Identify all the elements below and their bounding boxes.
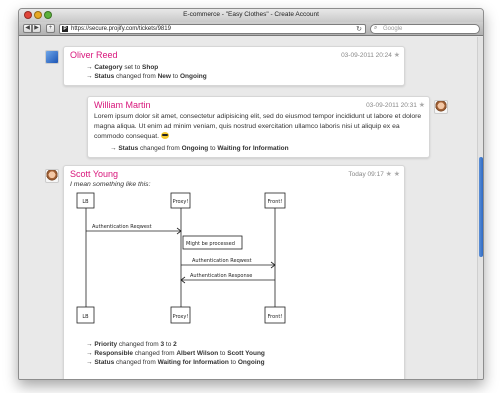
actor-label: Proxy! [173,199,189,205]
comment-author[interactable]: William Martin [94,100,151,110]
change-line: → Status changed from New to Ongoing [86,73,207,80]
comment-card: Oliver Reed 03-09-2011 20:24 ★ → Categor… [63,46,405,86]
browser-window: E-commerce - "Easy Clothes" - Create Acc… [18,8,484,380]
avatar [45,50,59,64]
note-label: Might be processed [186,241,235,247]
message-label: Authentication Reqwest [92,224,152,230]
actor-label: LB [82,199,89,205]
page-content: Oliver Reed 03-09-2011 20:24 ★ → Categor… [19,37,479,379]
vertical-scrollbar[interactable] [477,37,483,379]
forward-button[interactable]: ▶ [32,24,41,33]
search-placeholder: Google [383,26,403,32]
actor-label: LB [82,314,89,320]
star-icon[interactable]: ★ [394,171,400,178]
change-line: → Status changed from Waiting for Inform… [86,359,265,366]
avatar [434,100,448,114]
address-bar[interactable]: P https://secure.projify.com/tickets/981… [59,24,366,34]
actor-label: Proxy! [173,314,189,320]
comment-author[interactable]: Scott Young [70,169,118,179]
star-icon[interactable]: ★ [419,102,425,109]
comment-card: William Martin 03-09-2011 20:31 ★ Lorem … [87,96,430,158]
scrollbar-thumb[interactable] [479,157,483,257]
url-text[interactable]: https://secure.projify.com/tickets/9819 [71,26,171,32]
actor-label: Front! [268,314,283,320]
browser-toolbar: ◀ ▶ + P https://secure.projify.com/ticke… [19,22,483,36]
cool-smiley-icon [160,132,169,139]
comment-text: Lorem ipsum dolor sit amet, consectetur … [94,113,422,140]
comment-timestamp: Today 09:17 [348,171,384,178]
back-button[interactable]: ◀ [23,24,32,33]
avatar [45,169,59,183]
site-favicon-icon: P [62,26,68,32]
change-line: → Category set to Shop [86,64,159,71]
actor-label: Front! [268,199,283,205]
sequence-diagram: LB Proxy! Front! LB Proxy! Front! Authen… [76,192,286,324]
message-label: Authentication Response [190,273,252,279]
change-line: → Responsible changed from Albert Wilson… [86,350,265,357]
back-arrow-icon: ◀ [25,25,30,31]
comment-author[interactable]: Oliver Reed [70,50,118,60]
comment-text: I mean something like this: [70,181,151,188]
window-title: E-commerce - "Easy Clothes" - Create Acc… [183,11,319,18]
change-line: → Status changed from Ongoing to Waiting… [110,145,289,152]
reload-icon[interactable]: ↻ [356,25,362,33]
forward-arrow-icon: ▶ [34,25,39,31]
title-bar: E-commerce - "Easy Clothes" - Create Acc… [19,9,483,22]
comment-timestamp: 03-09-2011 20:24 [341,52,392,59]
star-icon[interactable]: ★ [386,171,392,178]
message-label: Authentication Reqwest [192,258,252,264]
search-icon: ⌕ [374,25,378,31]
search-field[interactable]: ⌕ Google [370,24,480,34]
change-line: → Priority changed from 3 to 2 [86,341,177,348]
add-bookmark-button[interactable]: + [46,24,55,33]
comment-card: Scott Young Today 09:17 ★ ★ I mean somet… [63,165,405,379]
star-icon[interactable]: ★ [394,52,400,59]
comment-timestamp: 03-09-2011 20:31 [366,102,417,109]
